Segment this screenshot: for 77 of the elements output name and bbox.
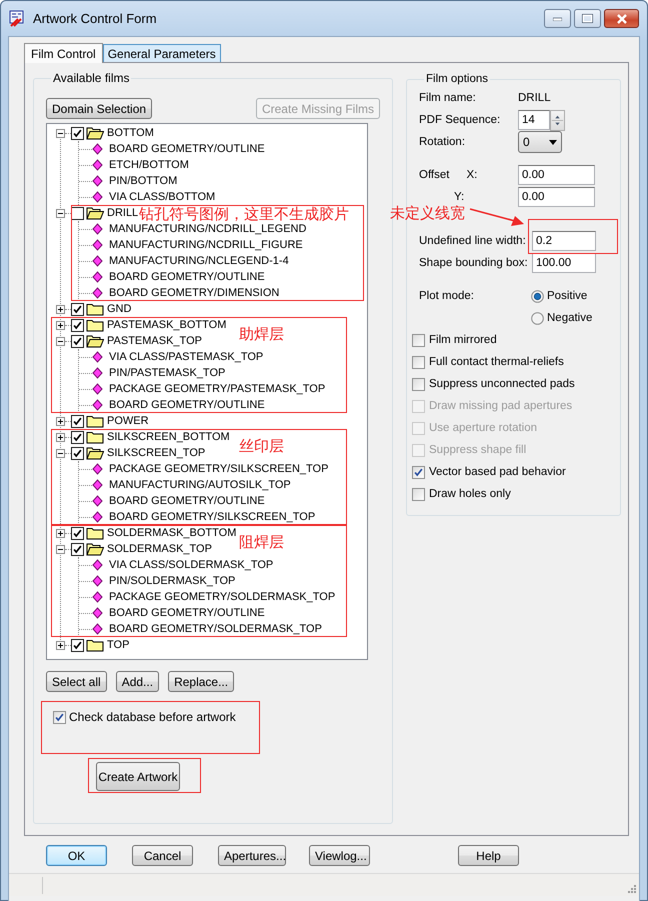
field-label: Undefined line width: xyxy=(419,235,527,247)
subclass-name[interactable]: BOARD GEOMETRY/DIMENSION xyxy=(109,285,280,301)
layer-name[interactable]: SILKSCREEN_BOTTOM xyxy=(107,429,230,445)
field-label: Y: xyxy=(454,191,464,203)
dialog-button[interactable]: Apertures... xyxy=(218,845,286,866)
subclass-name[interactable]: PACKAGE GEOMETRY/SILKSCREEN_TOP xyxy=(109,461,328,477)
annotation-note: 阻焊层 xyxy=(239,533,284,551)
checkbox-label[interactable]: Check database before artwork xyxy=(69,710,236,724)
layer-name[interactable]: SOLDERMASK_BOTTOM xyxy=(107,525,236,541)
create-artwork-button[interactable]: Create Artwork xyxy=(96,762,180,791)
field-label: PDF Sequence: xyxy=(419,114,502,126)
subclass-name[interactable]: MANUFACTURING/NCLEGEND-1-4 xyxy=(109,253,289,269)
layer-name[interactable]: PASTEMASK_TOP xyxy=(107,333,202,349)
subclass-name[interactable]: MANUFACTURING/AUTOSILK_TOP xyxy=(109,477,291,493)
annotation-note: 钻孔符号图例，这里不生成胶片 xyxy=(139,205,349,223)
radio-label[interactable]: Negative xyxy=(547,312,592,324)
film-name-value: DRILL xyxy=(518,92,551,104)
subclass-name[interactable]: ETCH/BOTTOM xyxy=(109,157,189,173)
tab[interactable]: Film Control xyxy=(24,43,103,63)
subclass-name[interactable]: BOARD GEOMETRY/SOLDERMASK_TOP xyxy=(109,621,322,637)
layer-name[interactable]: SOLDERMASK_TOP xyxy=(107,541,212,557)
layer-name[interactable]: POWER xyxy=(107,413,149,429)
subclass-name[interactable]: BOARD GEOMETRY/SILKSCREEN_TOP xyxy=(109,509,316,525)
subclass-name[interactable]: VIA CLASS/PASTEMASK_TOP xyxy=(109,349,264,365)
subclass-name[interactable]: PIN/BOTTOM xyxy=(109,173,178,189)
subclass-name[interactable]: BOARD GEOMETRY/OUTLINE xyxy=(109,493,265,509)
field-label: X: xyxy=(466,169,478,181)
layer-name[interactable]: DRILL xyxy=(107,205,138,221)
subclass-name[interactable]: BOARD GEOMETRY/OUTLINE xyxy=(109,269,265,285)
offset-x-field[interactable]: 0.00 xyxy=(518,165,595,185)
checkbox-label[interactable]: Vector based pad behavior xyxy=(429,466,566,478)
offset-y-field[interactable]: 0.00 xyxy=(518,187,595,207)
action-button[interactable]: Domain Selection xyxy=(46,98,152,119)
subclass-name[interactable]: MANUFACTURING/NCDRILL_FIGURE xyxy=(109,237,303,253)
subclass-name[interactable]: PACKAGE GEOMETRY/PASTEMASK_TOP xyxy=(109,381,326,397)
dialog-button[interactable]: Viewlog... xyxy=(309,845,370,866)
radio-label[interactable]: Positive xyxy=(547,290,588,302)
group-title: Film options xyxy=(425,73,489,85)
layer-name[interactable]: BOTTOM xyxy=(107,125,154,141)
list-button[interactable]: Add... xyxy=(116,671,160,692)
line-width-field[interactable]: 0.2 xyxy=(532,231,596,251)
field-label: Film name: xyxy=(419,92,477,104)
layer-name[interactable]: PASTEMASK_BOTTOM xyxy=(107,317,226,333)
field-label: Rotation: xyxy=(419,136,466,148)
annotation-note: 未定义线宽 xyxy=(390,204,465,222)
annotation-note: 助焊层 xyxy=(239,325,284,343)
rotation-dropdown[interactable]: 0 xyxy=(518,131,562,153)
subclass-name[interactable]: BOARD GEOMETRY/OUTLINE xyxy=(109,141,265,157)
field-label: Shape bounding box: xyxy=(419,257,529,269)
group-title: Available films xyxy=(52,71,130,85)
list-button[interactable]: Select all xyxy=(46,671,107,692)
field-label: Offset xyxy=(419,169,450,181)
dialog-button[interactable]: Cancel xyxy=(132,845,193,866)
subclass-name[interactable]: PIN/SOLDERMASK_TOP xyxy=(109,573,236,589)
subclass-name[interactable]: VIA CLASS/SOLDERMASK_TOP xyxy=(109,557,274,573)
dialog-button[interactable]: Help xyxy=(458,845,519,866)
field-label: Plot mode: xyxy=(419,290,474,302)
subclass-name[interactable]: PIN/PASTEMASK_TOP xyxy=(109,365,226,381)
checkbox-label[interactable]: Full contact thermal-reliefs xyxy=(429,356,564,368)
checkbox-label[interactable]: Film mirrored xyxy=(429,334,497,346)
checkbox-label[interactable]: Suppress unconnected pads xyxy=(429,378,575,390)
subclass-name[interactable]: BOARD GEOMETRY/OUTLINE xyxy=(109,397,265,413)
subclass-name[interactable]: MANUFACTURING/NCDRILL_LEGEND xyxy=(109,221,306,237)
layer-name[interactable]: GND xyxy=(107,301,132,317)
subclass-name[interactable]: BOARD GEOMETRY/OUTLINE xyxy=(109,605,265,621)
annotation-note: 丝印层 xyxy=(239,437,284,455)
subclass-name[interactable]: VIA CLASS/BOTTOM xyxy=(109,189,216,205)
sequence-field[interactable]: 14 xyxy=(518,110,550,130)
bounding-box-field[interactable]: 100.00 xyxy=(532,253,596,273)
checkbox-label[interactable]: Draw holes only xyxy=(429,488,511,500)
window-title: Artwork Control Form xyxy=(33,11,158,26)
tab[interactable]: General Parameters xyxy=(102,44,221,62)
layer-name[interactable]: SILKSCREEN_TOP xyxy=(107,445,206,461)
dialog-button[interactable]: OK xyxy=(46,845,107,866)
list-button[interactable]: Replace... xyxy=(168,671,234,692)
layer-name[interactable]: TOP xyxy=(107,637,130,653)
subclass-name[interactable]: PACKAGE GEOMETRY/SOLDERMASK_TOP xyxy=(109,589,336,605)
